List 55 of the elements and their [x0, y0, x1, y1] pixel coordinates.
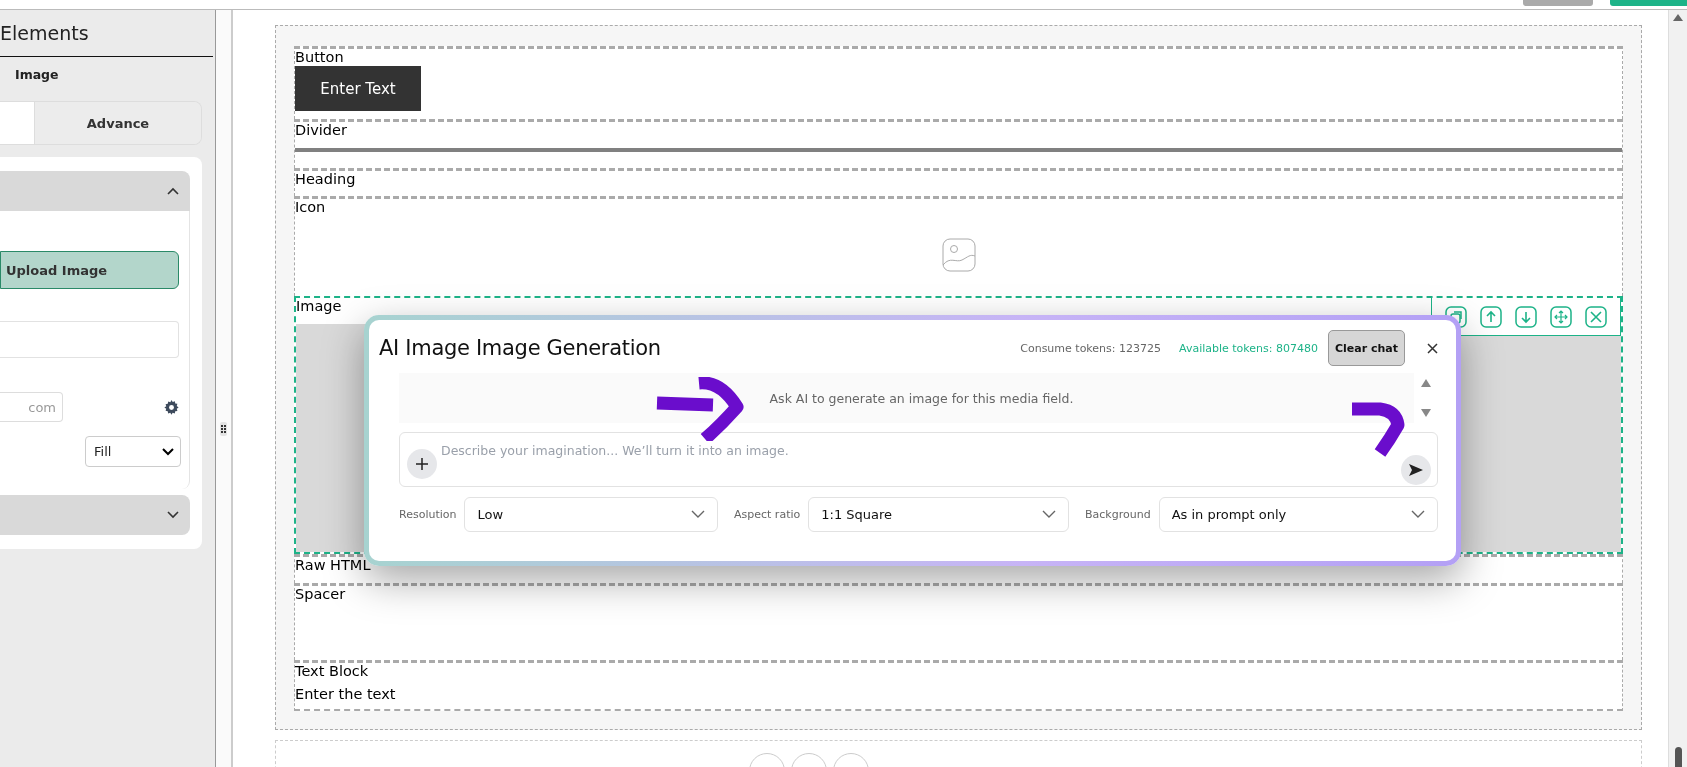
- available-tokens-text: Available tokens: 807480: [1179, 341, 1318, 355]
- tab[interactable]: Advance: [34, 102, 201, 144]
- element-label: Text Block: [295, 663, 370, 680]
- chevron-down-icon: [691, 510, 705, 519]
- option-select[interactable]: Low: [464, 497, 718, 532]
- chevron-down-icon: [1411, 510, 1425, 519]
- element-label: Icon: [295, 199, 327, 216]
- consumed-tokens-text: Consume tokens: 123725: [1020, 341, 1161, 355]
- text-block-content: Enter the text: [295, 686, 397, 703]
- scroll-down-icon[interactable]: [1421, 409, 1431, 417]
- scroll-up-icon[interactable]: [1673, 14, 1683, 21]
- image-icon: [941, 238, 976, 272]
- option-label: Aspect ratio: [734, 508, 801, 521]
- settings-icon[interactable]: [164, 399, 179, 415]
- input-field[interactable]: [0, 321, 179, 358]
- chevron-down-icon: [162, 447, 174, 456]
- element-label: Button: [295, 49, 345, 66]
- element-label: Image: [296, 298, 343, 315]
- chevron-down-icon: [1042, 510, 1056, 519]
- canvas-element[interactable]: Divider: [294, 119, 1623, 168]
- canvas-element[interactable]: Text Block Enter the text: [294, 660, 1623, 711]
- clear-chat-button[interactable]: Clear chat: [1328, 330, 1405, 366]
- option-label: Resolution: [399, 508, 457, 521]
- send-icon: [1409, 464, 1423, 476]
- fit-select[interactable]: Fill: [85, 436, 181, 467]
- scroll-up-icon[interactable]: [1421, 379, 1431, 387]
- add-attachment-button[interactable]: [407, 449, 437, 479]
- canvas-element[interactable]: Heading: [294, 168, 1623, 196]
- breadcrumb: Image: [15, 67, 59, 82]
- scrollbar-thumb[interactable]: [1674, 747, 1682, 767]
- element-label: Spacer: [295, 586, 347, 603]
- dialog-title: AI Image Image Generation: [379, 336, 662, 360]
- option-select[interactable]: 1:1 Square: [808, 497, 1069, 532]
- close-icon[interactable]: [1427, 342, 1438, 354]
- arrow-icon: [655, 377, 745, 441]
- panel-title: Elements: [0, 22, 89, 44]
- prompt-input[interactable]: Describe your imagination... We’ll turn it into an image.: [441, 441, 1401, 459]
- copy-icon[interactable]: [1444, 305, 1467, 328]
- element-label: Divider: [295, 122, 348, 139]
- plus-icon: [416, 458, 428, 470]
- send-button[interactable]: [1401, 455, 1431, 485]
- element-label: Heading: [295, 171, 357, 188]
- enter-text-button[interactable]: Enter Text: [295, 66, 421, 111]
- upload-image-button[interactable]: Upload Image: [0, 251, 179, 289]
- canvas-element[interactable]: Spacer: [294, 583, 1623, 660]
- option-label: Background: [1085, 508, 1151, 521]
- assistant-message: Ask AI to generate an image for this media field.: [769, 390, 1074, 406]
- canvas-element[interactable]: Button Enter Text: [294, 46, 1623, 119]
- resize-handle[interactable]: [220, 422, 227, 436]
- url-field[interactable]: com: [0, 392, 63, 422]
- canvas-element[interactable]: Icon: [294, 196, 1623, 296]
- option-select[interactable]: As in prompt only: [1158, 497, 1438, 532]
- element-label: Raw HTML: [295, 557, 372, 574]
- move-icon[interactable]: [1550, 305, 1573, 328]
- prompt-field[interactable]: Describe your imagination... We’ll turn it into an image.: [399, 432, 1438, 487]
